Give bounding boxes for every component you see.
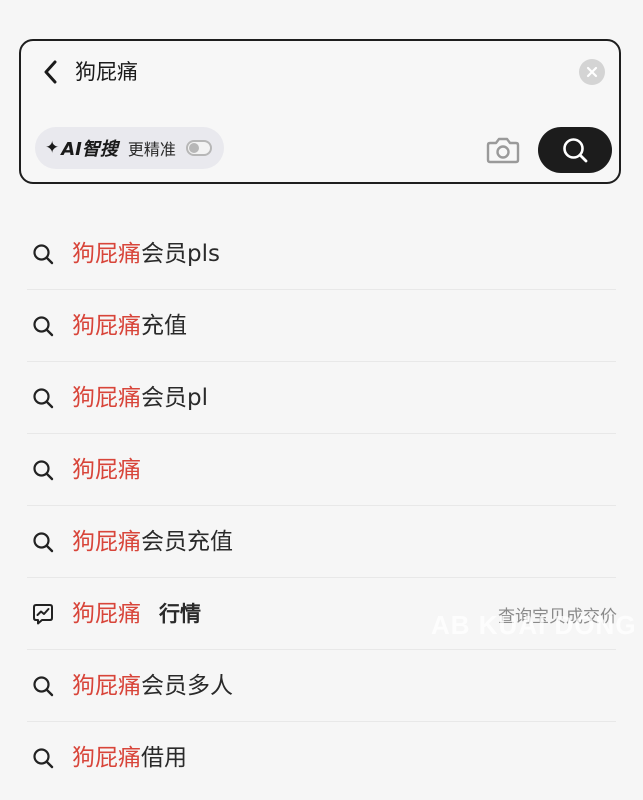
ai-search-toggle-chip[interactable]: ✦ AI智搜 更精准: [35, 127, 224, 169]
search-input[interactable]: 狗屁痛: [75, 58, 138, 86]
sparkle-icon: ✦: [45, 138, 60, 158]
suggestion-item[interactable]: 狗屁痛会员多人: [0, 650, 643, 722]
suggestion-list: 狗屁痛会员pls 狗屁痛充值 狗屁痛会员pl 狗屁痛 狗屁痛会员充值 狗屁痛 行…: [0, 218, 643, 794]
suggestion-text: 狗屁痛借用: [72, 743, 187, 773]
suggestion-rest: 借用: [141, 745, 187, 771]
suggestion-text: 狗屁痛会员pl: [72, 383, 208, 413]
suggestion-rest: 会员多人: [141, 673, 233, 699]
suggestion-rest: 充值: [141, 313, 187, 339]
suggestion-text: 狗屁痛: [72, 455, 141, 485]
suggestion-highlight: 狗屁痛: [72, 313, 141, 339]
search-box: 狗屁痛 ✦ AI智搜 更精准: [19, 39, 621, 184]
search-icon: [31, 242, 55, 266]
switch-knob: [188, 143, 199, 153]
suggestion-item-market[interactable]: 狗屁痛 行情 查询宝贝成交价: [0, 578, 643, 650]
suggestion-rest: 会员充值: [141, 529, 233, 555]
suggestion-highlight: 狗屁痛: [72, 745, 141, 771]
search-icon: [31, 674, 55, 698]
back-button[interactable]: [37, 59, 63, 85]
suggestion-item[interactable]: 狗屁痛会员充值: [0, 506, 643, 578]
suggestion-text: 狗屁痛会员pls: [72, 239, 220, 269]
suggestion-highlight: 狗屁痛: [72, 673, 141, 699]
suggestion-highlight: 狗屁痛: [72, 529, 141, 555]
suggestion-highlight: 狗屁痛: [72, 241, 141, 267]
suggestion-highlight: 狗屁痛: [72, 601, 141, 627]
price-hint: 查询宝贝成交价: [498, 606, 617, 627]
suggestion-text: 狗屁痛充值: [72, 311, 187, 341]
suggestion-item[interactable]: 狗屁痛充值: [0, 290, 643, 362]
suggestion-highlight: 狗屁痛: [72, 385, 141, 411]
camera-icon: [486, 137, 520, 164]
suggestion-text: 狗屁痛会员充值: [72, 527, 233, 557]
market-tag: 行情: [159, 602, 201, 626]
clear-button[interactable]: [579, 59, 605, 85]
suggestion-text: 狗屁痛会员多人: [72, 671, 233, 701]
chevron-left-icon: [44, 60, 57, 84]
search-icon: [31, 386, 55, 410]
suggestion-rest: 会员pls: [141, 241, 220, 267]
suggestion-item[interactable]: 狗屁痛: [0, 434, 643, 506]
trend-chart-icon: [31, 602, 55, 626]
search-icon: [31, 530, 55, 554]
camera-button[interactable]: [485, 134, 521, 166]
search-icon: [31, 314, 55, 338]
suggestion-highlight: 狗屁痛: [72, 457, 141, 483]
suggestion-rest: 会员pl: [141, 385, 208, 411]
ai-search-switch[interactable]: [185, 140, 212, 156]
search-icon: [563, 138, 588, 163]
suggestion-item[interactable]: 狗屁痛借用: [0, 722, 643, 794]
search-icon: [31, 458, 55, 482]
ai-search-desc: 更精准: [127, 140, 176, 159]
search-button[interactable]: [538, 127, 612, 173]
close-icon: [586, 66, 598, 78]
suggestion-item[interactable]: 狗屁痛会员pls: [0, 218, 643, 290]
suggestion-item[interactable]: 狗屁痛会员pl: [0, 362, 643, 434]
ai-search-label: ✦ AI智搜: [45, 135, 118, 161]
suggestion-text: 狗屁痛 行情: [72, 599, 201, 629]
search-icon: [31, 746, 55, 770]
ai-search-title: AI智搜: [61, 139, 118, 160]
